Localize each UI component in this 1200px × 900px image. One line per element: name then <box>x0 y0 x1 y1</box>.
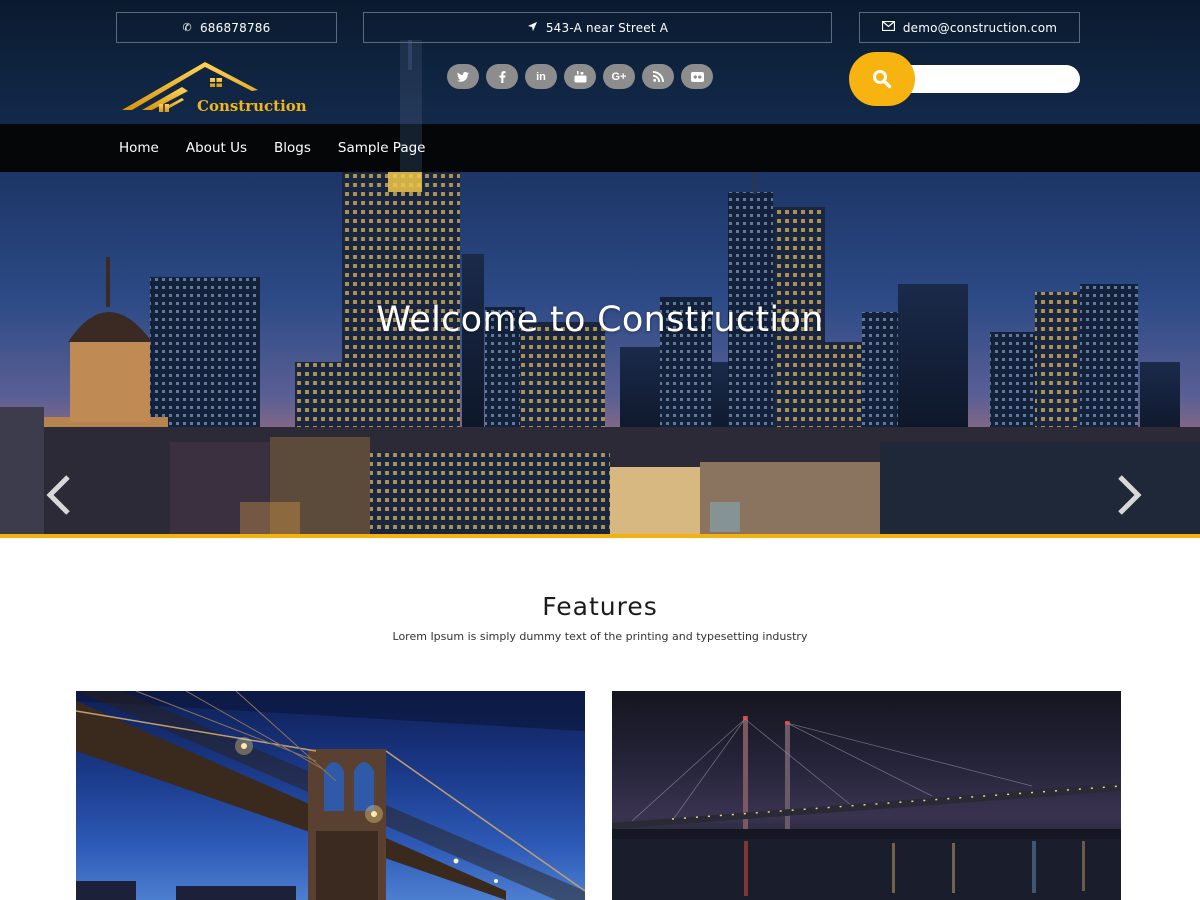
social-links: in G+ <box>447 64 713 89</box>
search-icon <box>873 70 892 89</box>
bridge-night-photo <box>612 716 1121 900</box>
phone-contact-box[interactable]: ✆ 686878786 <box>116 12 337 43</box>
phone-icon: ✆ <box>182 21 192 34</box>
chevron-left-icon <box>46 475 70 515</box>
google-plus-icon[interactable]: G+ <box>603 64 635 89</box>
site-logo[interactable]: Construction <box>122 60 312 116</box>
youtube-icon[interactable] <box>564 64 596 89</box>
chevron-right-icon <box>1118 475 1142 515</box>
bridge-photo <box>76 691 585 900</box>
features-subtitle: Lorem Ipsum is simply dummy text of the … <box>392 630 808 643</box>
header: ✆ 686878786 543-A near Street A demo@con… <box>0 0 1200 124</box>
envelope-icon <box>881 20 895 34</box>
flickr-icon[interactable] <box>681 64 713 89</box>
facebook-icon[interactable] <box>486 64 518 89</box>
feature-card-brooklyn-bridge[interactable] <box>76 691 585 900</box>
search-input[interactable] <box>889 65 1080 93</box>
main-navigation: Home About Us Blogs Sample Page <box>0 124 1200 172</box>
search-bar <box>849 52 1081 106</box>
nav-item-sample-page[interactable]: Sample Page <box>338 140 426 156</box>
hero-title: Welcome to Construction <box>376 300 824 340</box>
features-title: Features <box>542 592 658 621</box>
hero-slider <box>0 172 1200 534</box>
logo-text: Construction <box>197 97 307 115</box>
twitter-icon[interactable] <box>447 64 479 89</box>
nav-item-home[interactable]: Home <box>119 140 159 156</box>
address-text: 543-A near Street A <box>545 20 669 35</box>
email-contact-box[interactable]: demo@construction.com <box>859 12 1080 43</box>
linkedin-icon[interactable]: in <box>525 64 557 89</box>
nav-item-about-us[interactable]: About Us <box>186 140 247 156</box>
phone-number: 686878786 <box>199 20 271 35</box>
address-contact-box[interactable]: 543-A near Street A <box>363 12 832 43</box>
hero-accent-line <box>0 534 1200 538</box>
nav-menu: Home About Us Blogs Sample Page <box>119 124 425 172</box>
rss-icon[interactable] <box>642 64 674 89</box>
city-skyline-image <box>0 172 1200 534</box>
location-arrow-icon <box>527 21 538 35</box>
nav-item-blogs[interactable]: Blogs <box>274 140 311 156</box>
slider-next-button[interactable] <box>1114 474 1150 520</box>
email-address: demo@construction.com <box>902 20 1058 35</box>
header-background-antenna <box>408 40 412 70</box>
search-button[interactable] <box>849 52 915 106</box>
feature-card-cable-bridge[interactable] <box>612 691 1121 900</box>
slider-prev-button[interactable] <box>44 474 80 520</box>
